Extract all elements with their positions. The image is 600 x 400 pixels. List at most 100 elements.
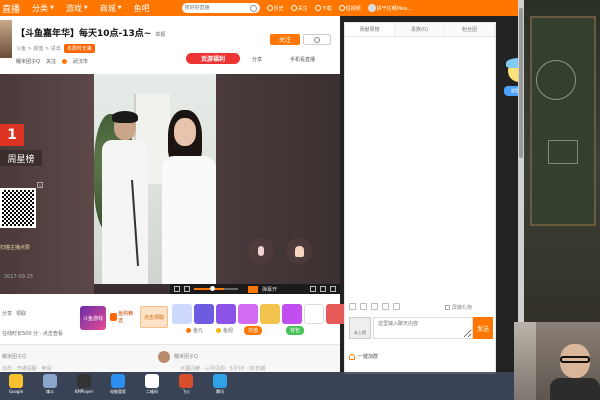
fullscreen-icon[interactable] <box>330 286 336 292</box>
join-group-button[interactable]: 一键加群 <box>349 353 378 360</box>
noble-icon[interactable] <box>382 303 389 310</box>
gift-item[interactable] <box>282 304 302 324</box>
nav-item-shop[interactable]: 商城 ▼ <box>94 3 128 14</box>
video-player[interactable]: 2017-09-25 弹幕开 <box>0 74 340 294</box>
tab-contribution[interactable]: 贡献周榜 <box>345 23 395 36</box>
share-button[interactable]: 分享 <box>252 56 262 63</box>
emoji-icon[interactable] <box>349 303 356 310</box>
gift-item[interactable] <box>326 304 346 324</box>
scrollbar-thumb[interactable] <box>519 8 523 158</box>
brand-live[interactable]: 直播 <box>0 2 26 15</box>
backpack-button[interactable]: 背包 <box>286 326 305 335</box>
fish-prize-button[interactable]: 鱼购精选 <box>110 308 136 326</box>
history-button[interactable]: 历史 <box>266 5 284 12</box>
task-label: 二维码 <box>146 389 158 394</box>
task-label: 电脑管家 <box>110 389 126 394</box>
gift-item[interactable] <box>304 304 324 324</box>
task-item[interactable]: 二维码 <box>138 374 166 395</box>
app-icon <box>43 374 57 388</box>
anchor-name[interactable]: 糯米团子Q <box>2 353 26 360</box>
chat-input[interactable] <box>373 317 473 339</box>
theater-icon[interactable] <box>320 286 326 292</box>
chat-messages[interactable] <box>345 37 495 327</box>
checkbox[interactable] <box>445 305 450 310</box>
game-logo[interactable]: 斗鱼游戏 <box>80 306 106 330</box>
follow-list-button[interactable]: 关注 <box>290 5 308 12</box>
nav-label: 商城 <box>99 3 116 13</box>
like-button[interactable] <box>286 238 312 264</box>
user-menu[interactable]: 拼干往哪Mea... <box>367 4 412 12</box>
search-input[interactable] <box>184 5 247 11</box>
download-button[interactable]: 下载 <box>314 5 332 12</box>
task-item[interactable]: 电脑管家 <box>104 374 132 395</box>
claim-bamboo-button[interactable]: 点击领取 <box>140 306 168 328</box>
app-icon <box>77 374 91 388</box>
send-button[interactable]: 发送 <box>473 317 493 339</box>
task-item[interactable]: 飞火 <box>172 374 200 395</box>
avatar <box>367 4 376 12</box>
block-gift-toggle[interactable]: 屏蔽礼物 <box>445 304 472 311</box>
report-link[interactable]: 举报 <box>155 32 165 38</box>
task-item[interactable]: 腾讯 <box>206 374 234 395</box>
app-icon <box>111 374 125 388</box>
gift-item[interactable] <box>260 304 280 324</box>
glasses-icon <box>560 356 590 363</box>
commenter-name[interactable]: 糯米团子Q <box>174 353 198 360</box>
avatar[interactable] <box>158 351 170 363</box>
close-icon[interactable]: × <box>37 182 43 188</box>
follow-count-box[interactable] <box>303 34 331 45</box>
tab-fans[interactable]: 粉丝团 <box>445 23 495 36</box>
share-small-button[interactable]: 分享 <box>2 310 12 317</box>
owner-name[interactable]: 糯米团子Q <box>16 58 40 65</box>
volume-track <box>224 288 238 290</box>
edit-icon[interactable] <box>174 286 180 292</box>
weekly-star-label[interactable]: 周星榜 <box>0 150 42 166</box>
hand-icon <box>294 245 304 257</box>
task-item[interactable]: Google <box>2 374 30 394</box>
chat-panel: 贡献周榜 贵族(0) 粉丝团 屏蔽礼物 未上榜 发送 一键加群 <box>344 22 496 374</box>
task-item[interactable]: 魂斗 <box>36 374 64 395</box>
mic-button[interactable] <box>248 238 274 264</box>
follow-button[interactable]: 关注 <box>270 34 300 45</box>
chalkboard <box>530 16 596 226</box>
danmu-toggle[interactable] <box>248 285 258 293</box>
online-info[interactable]: 在线时长500 分 · 点击查看 <box>2 330 63 337</box>
volume-slider[interactable] <box>194 286 224 291</box>
claim-button[interactable]: 领取 <box>16 310 26 317</box>
nav-item-fishbar[interactable]: 鱼吧 <box>128 3 156 14</box>
nav-item-category[interactable]: 分类 ▼ <box>26 3 60 14</box>
chalk-doodle <box>548 140 578 164</box>
mobile-watch-button[interactable]: 手机看直播 <box>290 56 315 63</box>
category-breadcrumb[interactable]: 斗鱼 > 颜值 > 进出 <box>16 45 61 52</box>
gear-icon[interactable] <box>310 286 316 292</box>
room-header: 【斗鱼嘉年华】每天10点-13点~ 举报 斗鱼 > 颜值 > 进出 本周时长第 糯… <box>0 16 340 74</box>
fishfin-balance: 鱼翅 <box>216 327 233 334</box>
webcam-person-body <box>550 378 600 400</box>
gift-item[interactable] <box>238 304 258 324</box>
rank-badge[interactable]: 本周时长第 <box>63 44 95 53</box>
task-label: 飞火 <box>182 389 190 394</box>
follower-hint: 关注 <box>45 59 56 65</box>
recharge-button[interactable]: 充值 <box>244 326 263 335</box>
comment-line: 大厦闪耀 · 三月见闻 · 5月18 · 30日期 <box>180 366 266 372</box>
weekly-rank-number[interactable]: 1 <box>0 124 24 146</box>
tab-nobles[interactable]: 贵族(0) <box>395 23 445 36</box>
fish-prize-label: 鱼购精选 <box>118 311 134 324</box>
gift-item[interactable] <box>172 304 192 324</box>
anchor-avatar[interactable] <box>0 20 12 58</box>
volume-icon[interactable] <box>184 286 190 292</box>
message-icon[interactable] <box>360 303 367 310</box>
nav-item-games[interactable]: 游戏 ▼ <box>60 3 94 14</box>
search-icon[interactable] <box>249 4 257 12</box>
level-badge[interactable]: 未上榜 <box>349 317 371 339</box>
gift-item[interactable] <box>194 304 214 324</box>
scene-woman <box>158 110 216 284</box>
webgame-promo-button[interactable]: 页游福利 <box>186 53 240 64</box>
gift-item[interactable] <box>216 304 236 324</box>
heart-icon <box>290 5 297 11</box>
fishfin-label: 鱼翅 <box>223 328 234 334</box>
color-icon[interactable] <box>393 303 400 310</box>
task-item[interactable]: KMPlayer <box>70 374 98 394</box>
short-video-button[interactable]: 短视频 <box>338 5 361 12</box>
fan-icon[interactable] <box>371 303 378 310</box>
